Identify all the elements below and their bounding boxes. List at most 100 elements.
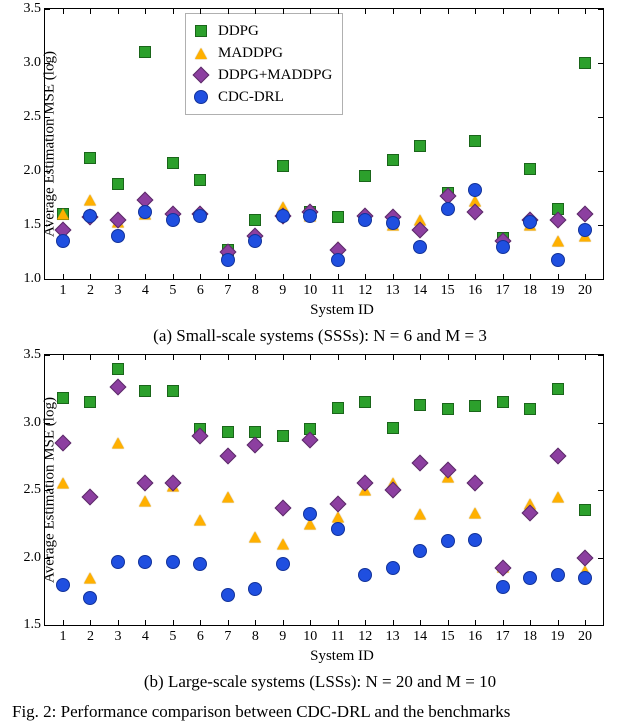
plot-area-b: 1.52.02.53.03.51234567891011121314151617… [44,354,604,626]
data-point [139,385,151,397]
data-point [412,455,429,472]
xtick-label: 1 [49,629,77,645]
data-point [386,216,400,230]
data-point [331,253,345,267]
data-point [414,399,426,411]
xtick-label: 20 [571,283,599,299]
data-point [139,46,151,58]
data-point [193,557,207,571]
caption-b: (b) Large-scale systems (LSSs): N = 20 a… [0,672,640,692]
xtick-label: 18 [516,629,544,645]
xtick-label: 12 [351,283,379,299]
data-point [413,544,427,558]
data-point [109,379,126,396]
data-point [578,223,592,237]
xtick-label: 7 [214,629,242,645]
data-point [248,234,262,248]
data-point [138,555,152,569]
data-point [579,57,591,69]
data-point [577,549,594,566]
legend-maddpg: MADDPG [218,45,283,62]
data-point [467,475,484,492]
xtick-label: 6 [186,283,214,299]
xtick-label: 10 [296,283,324,299]
data-point [219,448,236,465]
data-point [552,491,564,502]
ytick-label: 2.0 [0,163,41,179]
data-point [111,555,125,569]
data-point [138,205,152,219]
plot-area-a: DDPG MADDPG DDPG+MADDPG CDC-DRL 1.01.52.… [44,8,604,280]
data-point [57,478,69,489]
xtick-label: 2 [76,629,104,645]
xtick-label: 8 [241,629,269,645]
data-point [112,178,124,190]
data-point [84,195,96,206]
data-point [303,209,317,223]
figure-b: Average Estimation MSE (log) 1.52.02.53.… [44,354,640,626]
data-point [137,475,154,492]
data-point [166,555,180,569]
xtick-label: 5 [159,629,187,645]
data-point [111,229,125,243]
data-point [277,160,289,172]
data-point [222,426,234,438]
xtick-label: 13 [379,629,407,645]
data-point [523,215,537,229]
data-point [578,571,592,585]
xtick-label: 18 [516,283,544,299]
data-point [332,402,344,414]
xtick-label: 10 [296,629,324,645]
data-point [57,392,69,404]
data-point [57,209,69,220]
data-point [194,514,206,525]
xtick-label: 15 [434,629,462,645]
data-point [523,571,537,585]
ytick-label: 3.5 [0,347,41,363]
xtick-label: 19 [544,629,572,645]
ytick-label: 1.5 [0,217,41,233]
ytick-label: 1.0 [0,271,41,287]
xtick-label: 9 [269,629,297,645]
ytick-label: 2.5 [0,482,41,498]
data-point [303,507,317,521]
xtick-label: 4 [131,283,159,299]
data-point [248,582,262,596]
xtick-label: 1 [49,283,77,299]
data-point [579,504,591,516]
data-point [194,174,206,186]
data-point [221,588,235,602]
data-point [221,253,235,267]
data-point [524,163,536,175]
xtick-label: 11 [324,283,352,299]
data-point [84,152,96,164]
data-point [55,434,72,451]
xtick-label: 2 [76,283,104,299]
data-point [167,157,179,169]
data-point [84,572,96,583]
ytick-label: 3.5 [0,1,41,17]
data-point [469,507,481,518]
data-point [552,236,564,247]
data-point [387,154,399,166]
data-point [276,209,290,223]
data-point [497,396,509,408]
data-point [552,383,564,395]
data-point [277,539,289,550]
data-point [414,509,426,520]
legend: DDPG MADDPG DDPG+MADDPG CDC-DRL [185,13,343,115]
data-point [551,568,565,582]
data-point [276,557,290,571]
xtick-label: 19 [544,283,572,299]
xtick-label: 14 [406,629,434,645]
data-point [83,209,97,223]
data-point [413,240,427,254]
xtick-label: 8 [241,283,269,299]
xtick-label: 11 [324,629,352,645]
data-point [331,522,345,536]
data-point [441,202,455,216]
ytick-label: 2.5 [0,109,41,125]
xtick-label: 17 [489,283,517,299]
figure-caption: Fig. 2: Performance comparison between C… [12,702,640,722]
caption-a: (a) Small-scale systems (SSSs): N = 6 an… [0,326,640,346]
